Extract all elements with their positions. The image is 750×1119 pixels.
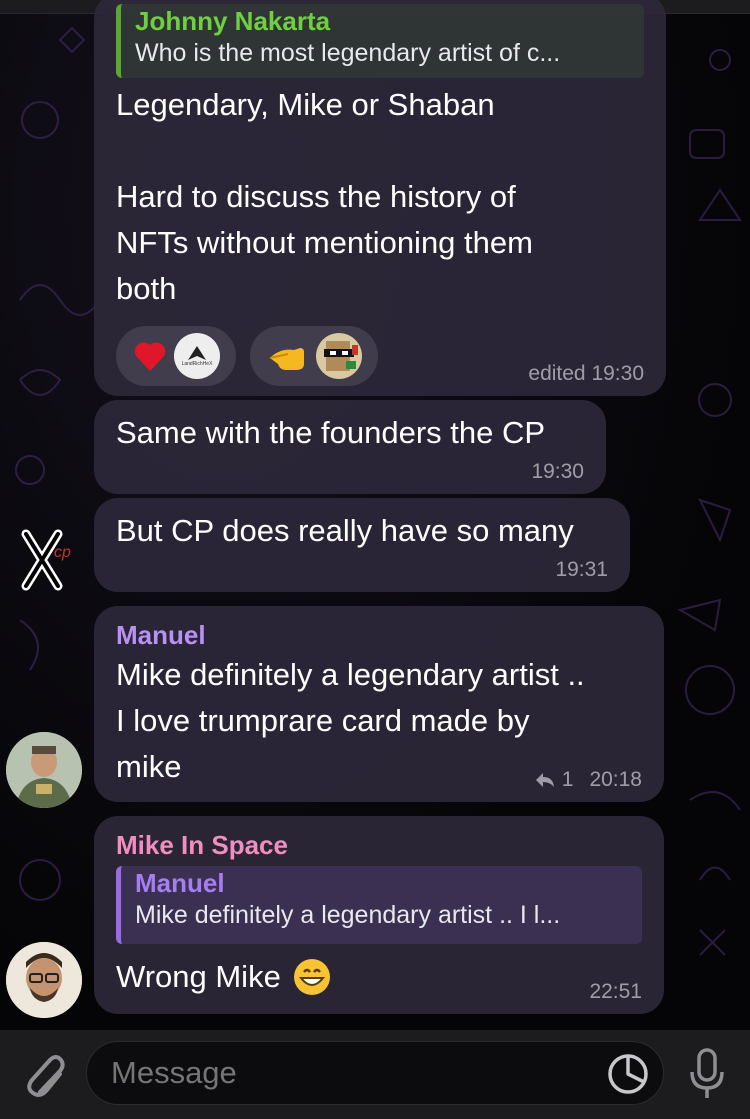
reaction-heart[interactable]: LandRichHeX [116,326,236,386]
sender-avatar-manuel[interactable] [6,732,82,808]
reply-quote-text: Mike definitely a legendary artist .. I … [135,901,561,929]
pointing-hand-icon [269,348,304,370]
reactor-avatar: LandRichHeX [174,333,220,379]
xcp-logo-icon [21,529,63,591]
message-bubble-1[interactable]: Johnny Nakarta Who is the most legendary… [94,0,666,396]
sticker-icon[interactable] [606,1052,650,1096]
reply-count-value: 1 [561,768,574,791]
message-bubble-2[interactable]: Same with the founders the CP 19:30 [94,400,606,494]
reply-quote-text: Who is the most legendary artist of c... [135,39,561,67]
message-bubble-4[interactable]: Manuel Mike definitely a legendary artis… [94,606,664,802]
message-bubble-5[interactable]: Mike In Space Manuel Mike definitely a l… [94,816,664,1014]
message-time: 19:31 [555,558,608,581]
paperclip-icon[interactable] [20,1050,66,1100]
reply-quote-sender: Manuel [135,868,225,898]
sender-avatar-cp[interactable]: cp [8,520,84,596]
grinning-face-icon [293,959,330,995]
composer-bar [0,1030,750,1119]
message-text: Legendary, Mike or Shaban Hard to discus… [116,87,533,306]
heart-icon [134,342,166,371]
microphone-icon[interactable] [686,1046,728,1102]
message-time: edited 19:30 [528,362,644,385]
message-sender[interactable]: Mike In Space [116,828,642,862]
message-text: Wrong Mike [116,959,281,994]
sender-avatar-mike-in-space[interactable] [6,942,82,1018]
chat-area[interactable]: Johnny Nakarta Who is the most legendary… [0,0,750,1030]
pixel-avatar [316,333,362,379]
reply-count[interactable]: 1 20:18 [534,768,642,792]
message-bubble-3[interactable]: But CP does really have so many 19:31 [94,498,630,592]
message-sender[interactable]: Manuel [116,618,642,652]
message-text: Same with the founders the CP [116,415,546,450]
message-text: But CP does really have so many [116,513,574,548]
reply-quote[interactable]: Johnny Nakarta Who is the most legendary… [116,4,644,78]
reply-quote-sender: Johnny Nakarta [135,6,331,36]
message-input[interactable] [86,1041,664,1105]
reactor-avatar-label: LandRichHeX [181,361,213,367]
message-time: 22:51 [589,980,642,1003]
message-time: 20:18 [589,768,642,791]
avatar-label: cp [54,544,71,561]
message-time: 19:30 [531,460,584,483]
reply-arrow-icon [535,773,554,787]
landrichhex-logo-icon [188,346,206,360]
reply-quote[interactable]: Manuel Mike definitely a legendary artis… [116,866,642,944]
reaction-pointing-hand[interactable] [250,326,378,386]
